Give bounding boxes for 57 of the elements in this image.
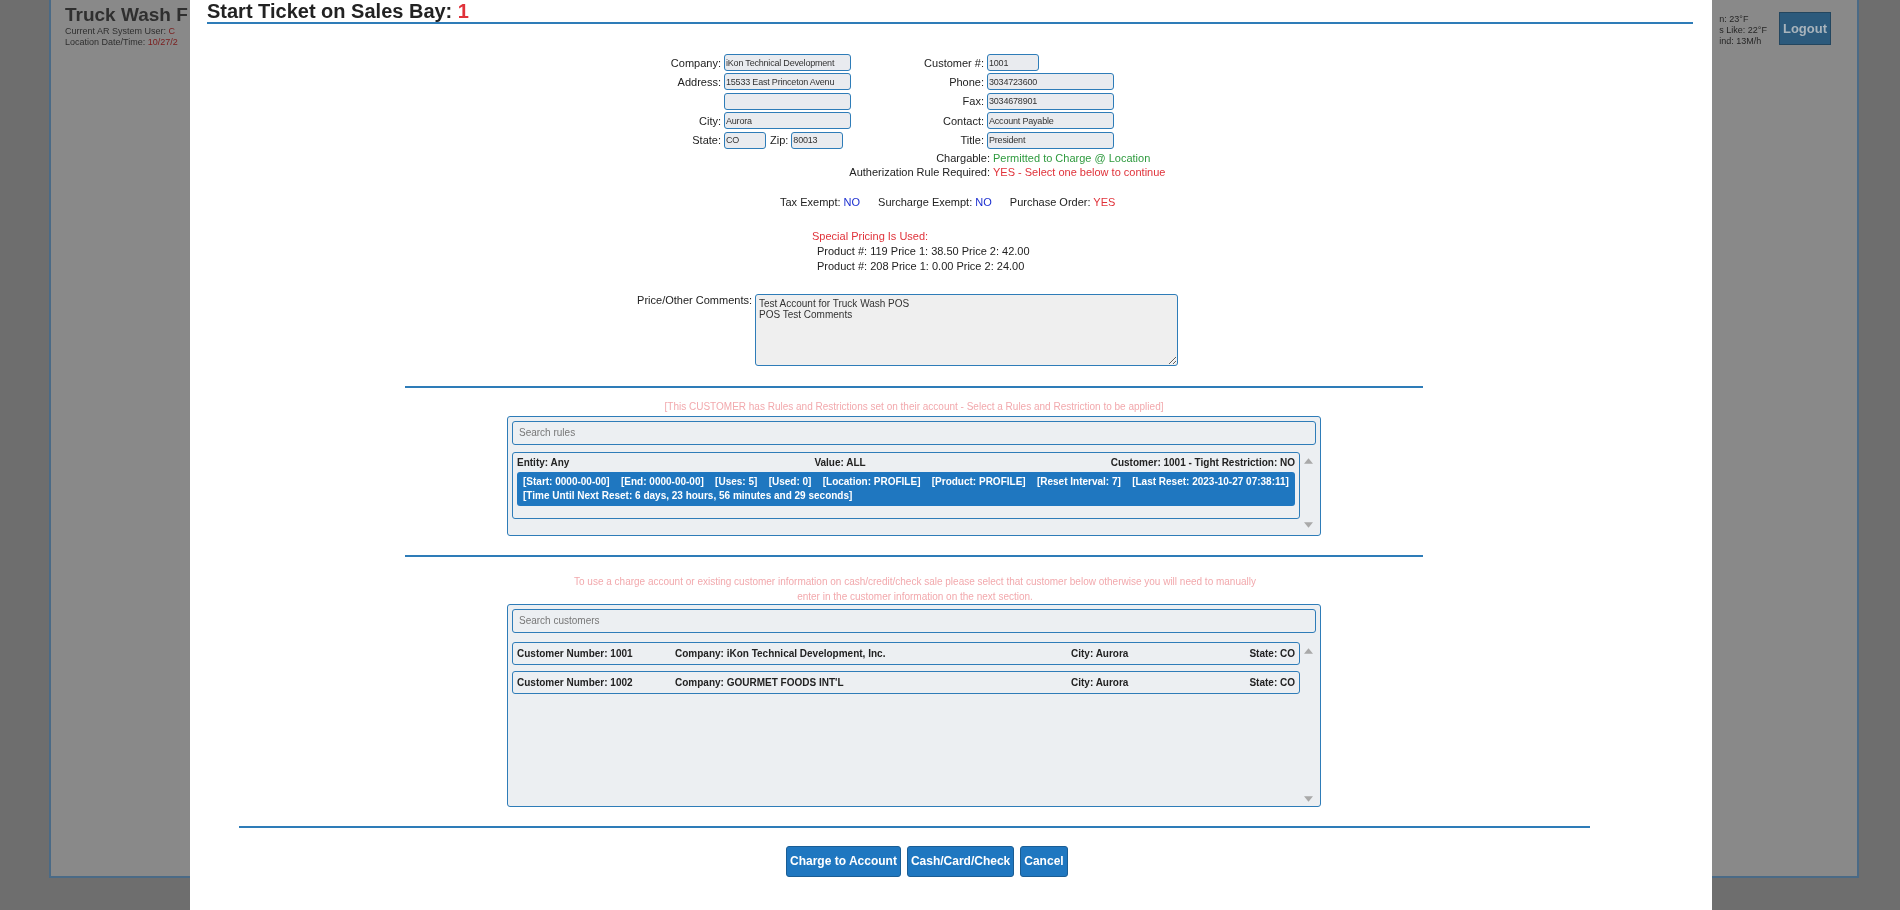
flag-text: Purchase Order: YES (1009, 194, 1116, 209)
dialog-title: Start Ticket on Sales Bay: 1 (207, 0, 470, 21)
scroll-down-icon[interactable] (1303, 521, 1313, 528)
weather-text: n: 23°F (1719, 14, 1750, 25)
scroll-up-icon[interactable] (1303, 457, 1313, 464)
status-label: Autherization Rule Required: (848, 164, 990, 179)
field-label: Phone: (948, 75, 985, 88)
input-field[interactable]: 1001 (987, 54, 1039, 71)
scroll-down-icon[interactable] (1303, 795, 1313, 802)
search-field[interactable]: Search rules (512, 420, 1316, 445)
field-label: Address: (676, 75, 722, 88)
date-time-text: Location Date/Time: 10/27/2 (65, 37, 179, 48)
action-button[interactable]: Cash/Card/Check (906, 845, 1015, 877)
app-title: Truck Wash F (65, 4, 188, 26)
scroll-up-icon[interactable] (1303, 647, 1313, 654)
input-field[interactable]: iKon Technical Development (724, 54, 851, 71)
field-label: Price/Other Comments: (636, 293, 753, 306)
field-label: State: (691, 134, 722, 147)
field-label: City: (698, 114, 722, 127)
flag-text: Surcharge Exempt: NO (878, 194, 992, 209)
input-field[interactable] (724, 92, 851, 110)
field-label: Zip: (769, 134, 790, 147)
entity-text: Entity: Any (517, 456, 570, 469)
value-text: Value: ALL (814, 456, 866, 469)
input-field[interactable]: Aurora (724, 112, 851, 130)
product-price-text: Product #: 208 Price 1: 0.00 Price 2: 24.00 (817, 258, 1026, 274)
product-price-text: Product #: 119 Price 1: 38.50 Price 2: 42.00 (817, 243, 1031, 259)
input-field[interactable]: CO (724, 131, 766, 149)
action-button[interactable]: Cancel (1020, 845, 1068, 877)
comments-field[interactable]: Test Account for Truck Wash POS POS Test Comments (755, 293, 1178, 366)
field-label: Customer #: (923, 56, 985, 69)
rules-notice: [This CUSTOMER has Rules and Restrictions set on their account - Select a Rules and Restriction to be applied] (663, 399, 1165, 414)
input-field[interactable]: 3034678901 (987, 92, 1114, 110)
field-label: Company: (669, 56, 722, 69)
customer-row[interactable]: Customer Number: 1002 Company: GOURMET FOODS INT'L City: Aurora State: CO (512, 670, 1300, 694)
action-button[interactable]: Charge to Account (786, 845, 901, 877)
special-pricing-heading: Special Pricing Is Used: (812, 228, 930, 244)
search-field[interactable]: Search customers (512, 608, 1316, 633)
field-label: Title: (959, 134, 985, 147)
weather-text: ind: 13M/h (1719, 36, 1763, 47)
input-field[interactable]: 15533 East Princeton Avenu (724, 73, 851, 91)
input-field[interactable]: 80013 (791, 131, 844, 149)
input-field[interactable]: Account Payable (987, 112, 1114, 130)
customer-restriction-text: Customer: 1001 - Tight Restriction: NO (1110, 456, 1295, 469)
field-label: Contact: (942, 114, 985, 127)
field-label: Fax: (961, 95, 985, 108)
customers-notice: To use a charge account or existing customer information on cash/credit/check sale please select that customer below otherwise you will need to manually enter in the customer information on the next section. (573, 574, 1257, 604)
weather-text: s Like: 22°F (1719, 25, 1767, 36)
status-value: Permitted to Charge @ Location (993, 150, 1152, 165)
system-user-text: Current AR System User: C (65, 26, 177, 37)
input-field[interactable]: 3034723600 (987, 73, 1114, 91)
rule-row[interactable]: [Start: 0000-00-00] [End: 0000-00-00] [Uses: 5] [Used: 0] [Location: PROFILE] [Product: PROFILE] [Reset Interval: 7] [Last Reset: 2023-10-27 07:38:11] [Time Until Next Reset: 6 days, 23 hours, 56 minutes and 29 seconds] (517, 471, 1295, 506)
status-label: Chargable: (935, 150, 990, 165)
status-value: YES - Select one below to continue (993, 164, 1167, 179)
input-field[interactable]: President (987, 131, 1114, 149)
flag-text: Tax Exempt: NO (780, 194, 861, 209)
customer-row[interactable]: Customer Number: 1001 Company: iKon Technical Development, Inc. City: Aurora State: CO (512, 641, 1300, 665)
